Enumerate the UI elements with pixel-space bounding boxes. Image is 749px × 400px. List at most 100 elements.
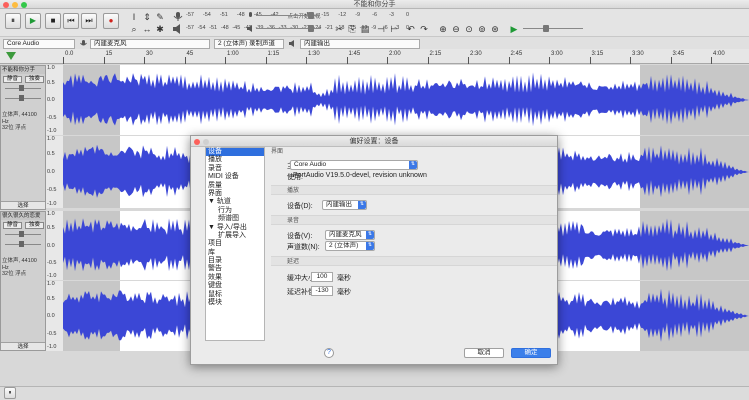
zoom-in-icon[interactable]: ⊕ bbox=[437, 23, 449, 35]
zoom-window-icon[interactable] bbox=[21, 1, 27, 8]
recording-device-select[interactable]: 内建麦克风 ⇅ bbox=[325, 230, 375, 240]
record-button[interactable]: ● bbox=[103, 13, 119, 29]
track-name-menu[interactable]: 不能和你分手 bbox=[1, 66, 45, 74]
recording-channels-select[interactable]: 2 (立体声) 录制声道 bbox=[214, 38, 284, 49]
record-meter[interactable]: -57-54-51-48-45-42点击开始监视-18-15-12-9-6-30 bbox=[186, 12, 416, 20]
pan-thumb[interactable] bbox=[19, 95, 24, 101]
meter-tick-label: -54 bbox=[202, 12, 211, 18]
scale-label: 0.0 bbox=[47, 242, 55, 249]
preferences-category-list[interactable]: 设备 播放 录音 MIDI 设备 质量 界面 ▼ 轨道 行为 频谱图 ▼ 导入/导出 扩展导入 项目库… bbox=[205, 147, 265, 341]
trim-icon[interactable]: ⊣ bbox=[375, 23, 387, 35]
speaker-icon[interactable] bbox=[172, 24, 184, 34]
category-item[interactable]: 质量 bbox=[206, 182, 264, 190]
channels-select[interactable]: 2 (立体声) ⇅ bbox=[325, 241, 375, 251]
waveform bbox=[63, 65, 749, 135]
track-control-panel[interactable]: 很久很久的恋爱 静音 独奏 立体声, 44100 Hz 32位 浮点 选择 bbox=[0, 211, 46, 351]
category-item[interactable]: 播放 bbox=[206, 156, 264, 164]
category-item[interactable]: 库 bbox=[206, 249, 264, 257]
close-dialog-icon[interactable] bbox=[194, 138, 200, 145]
multi-tool-icon[interactable]: ✱ bbox=[154, 23, 166, 35]
envelope-tool-icon[interactable]: ⇕ bbox=[141, 11, 153, 23]
playback-volume-thumb[interactable] bbox=[308, 25, 314, 32]
status-pause-button[interactable]: ⏸ bbox=[4, 387, 16, 399]
category-item[interactable]: 频谱图 bbox=[206, 215, 264, 223]
play-speed-slider[interactable] bbox=[523, 28, 583, 29]
category-item[interactable]: 录音 bbox=[206, 165, 264, 173]
stop-button[interactable]: ■ bbox=[45, 13, 61, 29]
record-volume-thumb[interactable] bbox=[308, 12, 314, 19]
playback-device-select[interactable]: 内建输出 ⇅ bbox=[322, 200, 367, 210]
track-format-info: 立体声, 44100 Hz 32位 浮点 bbox=[2, 112, 45, 132]
window-title: 不能和你分手 bbox=[353, 1, 396, 8]
category-item[interactable]: 警告 bbox=[206, 265, 264, 273]
waveform-channel[interactable] bbox=[63, 65, 749, 135]
cancel-button[interactable]: 取消 bbox=[464, 348, 504, 358]
solo-button[interactable]: 独奏 bbox=[25, 76, 44, 83]
timeline-ruler[interactable]: 0.0 15 30 45 1:00 1:15 1:30 1:45 2:00 2:15 2:30 2:4… bbox=[0, 49, 749, 64]
ruler-tick-label: 3:30 bbox=[632, 51, 644, 57]
category-item[interactable]: ▼ 导入/导出 bbox=[206, 224, 264, 232]
zoom-tool-icon[interactable]: ⌕ bbox=[128, 23, 140, 35]
time-shift-tool-icon[interactable]: ↔ bbox=[141, 23, 153, 35]
playback-device-select[interactable]: 内建输出 bbox=[300, 38, 420, 49]
zoom-toggle-icon[interactable]: ⊛ bbox=[489, 23, 501, 35]
gain-thumb[interactable] bbox=[19, 85, 24, 91]
fit-selection-icon[interactable]: ⊙ bbox=[463, 23, 475, 35]
amplitude-scale: 1.0 0.5 0.0 -0.5 -1.0 bbox=[46, 65, 63, 135]
ruler-tick-label: 15 bbox=[105, 51, 113, 57]
silence-icon[interactable]: ⊢ bbox=[388, 23, 400, 35]
gain-thumb[interactable] bbox=[19, 231, 24, 237]
skip-to-end-button[interactable]: ⏭ bbox=[81, 13, 97, 29]
pan-thumb[interactable] bbox=[19, 241, 24, 247]
category-item[interactable]: 模块 bbox=[206, 299, 264, 307]
paste-icon[interactable]: ▤ bbox=[359, 23, 371, 35]
track-select-button[interactable]: 选择 bbox=[1, 201, 45, 209]
mute-button[interactable]: 静音 bbox=[3, 76, 22, 83]
close-window-icon[interactable] bbox=[3, 1, 9, 8]
recording-device-select[interactable]: 内建麦克风 bbox=[90, 38, 210, 49]
redo-icon[interactable]: ↷ bbox=[418, 23, 430, 35]
category-item[interactable]: ▼ 轨道 bbox=[206, 198, 264, 206]
minimize-window-icon[interactable] bbox=[12, 1, 18, 8]
category-item[interactable]: 鼠标 bbox=[206, 291, 264, 299]
track-control-panel[interactable]: 不能和你分手 静音 独奏 立体声, 44100 Hz 32位 浮点 选择 bbox=[0, 65, 46, 210]
ruler-tick-mark bbox=[103, 57, 105, 64]
category-item[interactable]: 键盘 bbox=[206, 282, 264, 290]
ruler-tick-mark bbox=[184, 57, 186, 64]
microphone-icon bbox=[80, 40, 87, 46]
pause-button[interactable]: ⏸ bbox=[5, 13, 21, 29]
fit-project-icon[interactable]: ⊚ bbox=[476, 23, 488, 35]
play-at-speed-icon[interactable]: ▶ bbox=[508, 23, 520, 35]
draw-tool-icon[interactable]: ✎ bbox=[154, 11, 166, 23]
mute-button[interactable]: 静音 bbox=[3, 222, 22, 229]
audio-host-select[interactable]: Core Audio bbox=[3, 38, 75, 49]
latency-comp-input[interactable]: -130 bbox=[311, 286, 333, 296]
ok-button[interactable]: 确定 bbox=[511, 348, 551, 358]
zoom-out-icon[interactable]: ⊖ bbox=[450, 23, 462, 35]
playback-volume-icon bbox=[247, 25, 252, 32]
timeline-options-icon[interactable] bbox=[6, 52, 16, 60]
track-rate-text: 立体声, 44100 Hz bbox=[2, 112, 37, 125]
microphone-icon[interactable] bbox=[172, 11, 184, 22]
scale-label: 0.0 bbox=[47, 169, 55, 175]
skip-to-start-button[interactable]: ⏮ bbox=[63, 13, 79, 29]
undo-icon[interactable]: ↶ bbox=[405, 23, 417, 35]
solo-button[interactable]: 独奏 bbox=[25, 222, 44, 229]
cut-icon[interactable]: ✂ bbox=[333, 23, 345, 35]
track-name-menu[interactable]: 很久很久的恋爱 bbox=[1, 212, 45, 220]
buffer-size-input[interactable]: 100 bbox=[311, 272, 333, 282]
play-speed-thumb[interactable] bbox=[543, 25, 549, 32]
help-button[interactable]: ? bbox=[324, 348, 334, 358]
host-select[interactable]: Core Audio ⇅ bbox=[290, 160, 418, 170]
play-button[interactable]: ▶ bbox=[25, 13, 41, 29]
scale-label: -0.5 bbox=[47, 187, 57, 193]
record-volume-icon bbox=[249, 12, 252, 17]
track-select-button[interactable]: 选择 bbox=[1, 342, 45, 350]
category-item[interactable]: 效果 bbox=[206, 274, 264, 282]
selection-tool-icon[interactable]: I bbox=[128, 11, 140, 23]
host-select-value: Core Audio bbox=[294, 161, 327, 168]
category-item[interactable]: MIDI 设备 bbox=[206, 173, 264, 181]
copy-icon[interactable]: ⎘ bbox=[346, 23, 358, 35]
category-item[interactable]: 项目 bbox=[206, 240, 264, 248]
category-item[interactable]: 行为 bbox=[206, 207, 264, 215]
